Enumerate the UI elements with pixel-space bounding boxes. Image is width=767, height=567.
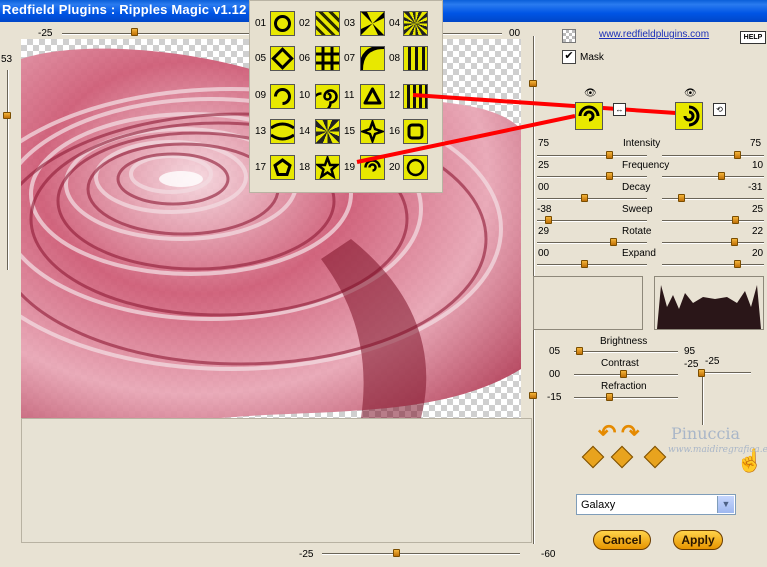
refraction-slider[interactable] (574, 397, 678, 399)
sweep-left-value: -38 (537, 204, 552, 215)
selection-arrows (356, 93, 677, 164)
redo-arrow-icon[interactable]: ↷ (621, 420, 639, 446)
intensity-slider-a[interactable] (537, 155, 647, 157)
transparency-icon[interactable] (562, 29, 576, 43)
rotate-thumb-b[interactable] (731, 238, 738, 246)
watermark-name: Pinuccia (671, 424, 741, 443)
expand-thumb-b[interactable] (734, 260, 741, 268)
decay-label: Decay (622, 182, 651, 193)
preset-select-value: Galaxy (581, 499, 616, 511)
invert-icon[interactable]: ↔ (613, 103, 626, 116)
intensity-label: Intensity (623, 138, 661, 149)
contrast-thumb[interactable] (620, 370, 627, 378)
sweep-right-value: 25 (752, 204, 764, 215)
expand-left-value: 00 (538, 248, 550, 259)
help-button[interactable]: HELP (740, 31, 766, 44)
sweep-thumb-b[interactable] (732, 216, 739, 224)
eye-icon[interactable]: 👁 (584, 88, 597, 99)
rotate-right-value: 22 (752, 226, 764, 237)
watermark-url: www.maidiregrafica.eu (668, 445, 767, 455)
frequency-slider-b[interactable] (662, 176, 764, 178)
rotate-icon[interactable]: ⟲ (713, 103, 726, 116)
light-direction-thumb[interactable] (698, 369, 705, 377)
light-direction-v-track[interactable] (702, 370, 704, 425)
frequency-thumb-a[interactable] (606, 172, 613, 180)
cancel-button[interactable]: Cancel (593, 530, 651, 550)
pattern-a-preview[interactable] (575, 102, 603, 130)
expand-slider-b[interactable] (662, 264, 764, 266)
decay-slider-a[interactable] (537, 198, 647, 200)
rotate-slider-b[interactable] (662, 242, 764, 244)
brightness-label: Brightness (600, 336, 648, 347)
expand-right-value: 20 (752, 248, 764, 259)
mask-checkbox[interactable]: ✔ (562, 50, 576, 64)
website-link[interactable]: www.redfieldplugins.com (599, 29, 709, 40)
color-well[interactable] (533, 276, 643, 330)
expand-slider-a[interactable] (537, 264, 647, 266)
brightness-thumb[interactable] (576, 347, 583, 355)
sweep-thumb-a[interactable] (545, 216, 552, 224)
intensity-right-value: 75 (750, 138, 762, 149)
decay-right-value: -31 (748, 182, 763, 193)
sweep-label: Sweep (622, 204, 653, 215)
frequency-label: Frequency (622, 160, 670, 171)
eye-icon[interactable]: 👁 (684, 88, 697, 99)
mask-label: Mask (580, 52, 604, 63)
chevron-down-icon[interactable]: ▼ (717, 496, 734, 513)
refraction-label: Refraction (601, 381, 647, 392)
decay-left-value: 00 (538, 182, 550, 193)
profile-graph-shape (657, 285, 761, 329)
apply-button[interactable]: Apply (673, 530, 723, 550)
decay-thumb-a[interactable] (581, 194, 588, 202)
expand-label: Expand (622, 248, 656, 259)
sweep-slider-a[interactable] (537, 220, 647, 222)
undo-arrow-icon[interactable]: ↶ (598, 420, 616, 446)
intensity-left-value: 75 (538, 138, 550, 149)
preset-select[interactable]: Galaxy ▼ (576, 494, 736, 515)
frequency-thumb-b[interactable] (718, 172, 725, 180)
light-v-value: -25 (705, 356, 720, 367)
intensity-thumb-b[interactable] (734, 151, 741, 159)
contrast-value: 00 (549, 369, 561, 380)
refraction-value: -15 (547, 392, 562, 403)
brightness-value: 05 (549, 346, 561, 357)
expand-thumb-a[interactable] (581, 260, 588, 268)
pattern-b-preview[interactable] (675, 102, 703, 130)
sweep-slider-b[interactable] (662, 220, 764, 222)
rotate-slider-a[interactable] (537, 242, 647, 244)
frequency-slider-a[interactable] (537, 176, 647, 178)
brightness-right-value: 95 (684, 346, 696, 357)
profile-graph (654, 276, 764, 330)
decay-thumb-b[interactable] (678, 194, 685, 202)
rotate-left-value: 29 (538, 226, 550, 237)
rotate-thumb-a[interactable] (610, 238, 617, 246)
contrast-label: Contrast (601, 358, 639, 369)
intensity-slider-b[interactable] (662, 155, 764, 157)
intensity-thumb-a[interactable] (606, 151, 613, 159)
light-direction-h-track[interactable] (703, 372, 751, 374)
refraction-thumb[interactable] (606, 393, 613, 401)
rotate-label: Rotate (622, 226, 652, 237)
brightness-slider[interactable] (574, 351, 678, 353)
frequency-left-value: 25 (538, 160, 550, 171)
light-h-value: -25 (684, 359, 699, 370)
frequency-right-value: 10 (752, 160, 764, 171)
